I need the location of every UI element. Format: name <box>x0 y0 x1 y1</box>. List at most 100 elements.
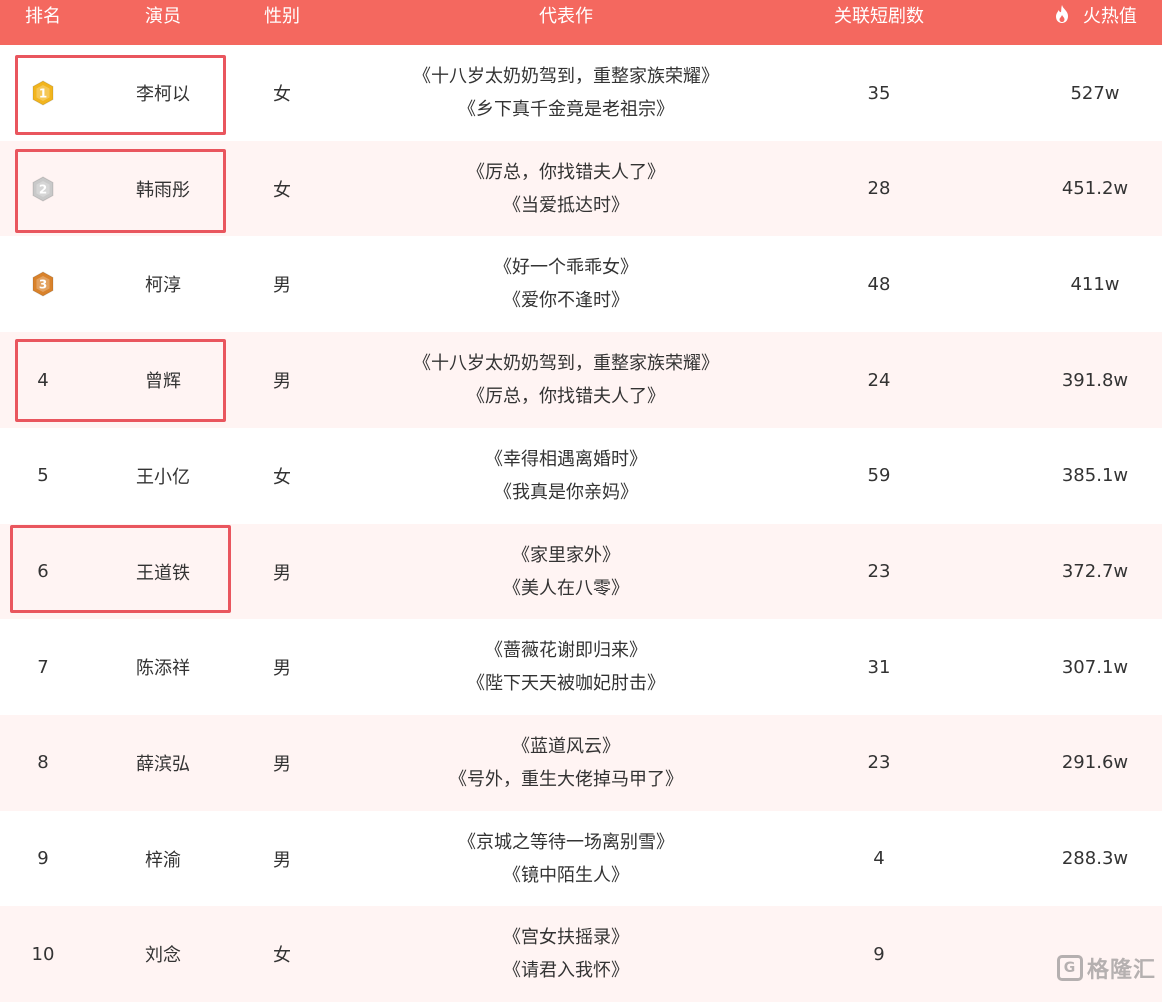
work-title[interactable]: 《美人在八零》 <box>503 572 629 605</box>
table-row[interactable]: 10 刘念 女 《宫女扶摇录》 《请君入我怀》 9 <box>0 906 1162 1002</box>
heat-value: 451.2w <box>1061 178 1129 200</box>
actor-name[interactable]: 王小亿 <box>103 428 223 524</box>
representative-works: 《十八岁太奶奶驾到，重整家族荣耀》 《乡下真千金竟是老祖宗》 <box>340 45 792 141</box>
table-header: 排名 演员 性别 代表作 关联短剧数 火热值 <box>0 0 1162 45</box>
representative-works: 《家里家外》 《美人在八零》 <box>340 524 792 620</box>
representative-works: 《京城之等待一场离别雪》 《镜中陌生人》 <box>340 811 792 907</box>
table-row[interactable]: 8 薛滨弘 男 《蓝道风云》 《号外，重生大佬掉马甲了》 23 291.6w <box>0 714 1162 811</box>
work-title[interactable]: 《陛下天天被咖妃肘击》 <box>467 667 665 700</box>
actor-gender: 男 <box>273 753 291 775</box>
work-title[interactable]: 《请君入我怀》 <box>503 954 629 987</box>
rank-number: 5 <box>37 465 49 487</box>
drama-count: 28 <box>867 178 891 200</box>
header-rank: 排名 <box>25 6 61 27</box>
actor-gender: 男 <box>273 849 291 871</box>
work-title[interactable]: 《家里家外》 <box>512 539 620 572</box>
drama-count: 35 <box>867 82 891 104</box>
actor-name[interactable]: 韩雨彤 <box>103 141 223 237</box>
work-title[interactable]: 《宫女扶摇录》 <box>503 921 629 954</box>
gold-medal-icon: 1 <box>30 80 56 106</box>
rank-number: 9 <box>37 848 49 870</box>
rank-cell: 4 <box>0 332 86 428</box>
work-title[interactable]: 《好一个乖乖女》 <box>494 251 638 284</box>
rank-cell: 7 <box>0 619 86 715</box>
actor-name[interactable]: 梓渝 <box>103 811 223 907</box>
work-title[interactable]: 《蔷薇花谢即归来》 <box>485 634 647 667</box>
work-title[interactable]: 《幸得相遇离婚时》 <box>485 443 647 476</box>
table-row[interactable]: 5 王小亿 女 《幸得相遇离婚时》 《我真是你亲妈》 59 385.1w <box>0 427 1162 524</box>
representative-works: 《蓝道风云》 《号外，重生大佬掉马甲了》 <box>340 715 792 811</box>
fire-icon <box>1053 2 1071 36</box>
work-title[interactable]: 《十八岁太奶奶驾到，重整家族荣耀》 <box>413 347 719 380</box>
table-row[interactable]: 3 柯淳 男 《好一个乖乖女》 《爱你不逢时》 48 411w <box>0 236 1162 333</box>
table-row[interactable]: 9 梓渝 男 《京城之等待一场离别雪》 《镜中陌生人》 4 288.3w <box>0 810 1162 907</box>
drama-count: 9 <box>873 943 885 965</box>
bronze-medal-icon: 3 <box>30 271 56 297</box>
rank-cell: 9 <box>0 811 86 907</box>
heat-value: 411w <box>1070 273 1120 295</box>
rank-cell: 1 <box>0 45 86 141</box>
drama-count: 4 <box>873 848 885 870</box>
heat-value: 527w <box>1070 82 1120 104</box>
work-title[interactable]: 《乡下真千金竟是老祖宗》 <box>458 93 674 126</box>
actor-gender: 女 <box>273 945 291 967</box>
rank-number: 10 <box>31 943 55 965</box>
header-count: 关联短剧数 <box>834 6 924 27</box>
actor-gender: 女 <box>273 84 291 105</box>
watermark-text: 格隆汇 <box>1086 958 1156 983</box>
representative-works: 《好一个乖乖女》 《爱你不逢时》 <box>340 236 792 332</box>
table-row[interactable]: 1 李柯以 女 《十八岁太奶奶驾到，重整家族荣耀》 《乡下真千金竟是老祖宗》 35 527w <box>0 45 1162 141</box>
svg-text:3: 3 <box>39 278 47 292</box>
actor-name[interactable]: 王道铁 <box>103 524 223 620</box>
rank-number: 6 <box>37 561 49 582</box>
actor-gender: 女 <box>273 179 291 201</box>
actor-name[interactable]: 柯淳 <box>103 236 223 332</box>
rank-cell: 10 <box>0 906 86 1002</box>
actor-name[interactable]: 刘念 <box>103 906 223 1002</box>
watermark-logo-icon: G <box>1056 955 1083 981</box>
drama-count: 24 <box>867 369 891 391</box>
work-title[interactable]: 《我真是你亲妈》 <box>494 476 638 509</box>
silver-medal-icon: 2 <box>30 176 56 202</box>
work-title[interactable]: 《当爱抵达时》 <box>503 189 629 222</box>
rank-cell: 2 <box>0 141 86 237</box>
header-works: 代表作 <box>539 6 593 27</box>
actor-name[interactable]: 陈添祥 <box>103 619 223 715</box>
actor-name[interactable]: 薛滨弘 <box>103 715 223 811</box>
heat-value: 288.3w <box>1061 848 1129 870</box>
work-title[interactable]: 《京城之等待一场离别雪》 <box>458 826 674 859</box>
actor-name[interactable]: 曾辉 <box>103 332 223 428</box>
table-row[interactable]: 4 曾辉 男 《十八岁太奶奶驾到，重整家族荣耀》 《厉总，你找错夫人了》 24 391.8w <box>0 332 1162 429</box>
heat-value: 385.1w <box>1061 465 1129 487</box>
work-title[interactable]: 《厉总，你找错夫人了》 <box>467 380 665 413</box>
work-title[interactable]: 《号外，重生大佬掉马甲了》 <box>449 763 683 796</box>
drama-count: 31 <box>867 656 891 678</box>
table-row[interactable]: 2 韩雨彤 女 《厉总，你找错夫人了》 《当爱抵达时》 28 451.2w <box>0 140 1162 237</box>
representative-works: 《十八岁太奶奶驾到，重整家族荣耀》 《厉总，你找错夫人了》 <box>340 332 792 428</box>
svg-text:2: 2 <box>39 182 47 196</box>
drama-count: 59 <box>867 465 891 487</box>
drama-count: 23 <box>867 561 891 582</box>
work-title[interactable]: 《厉总，你找错夫人了》 <box>467 156 665 189</box>
rank-cell: 8 <box>0 715 86 811</box>
work-title[interactable]: 《爱你不逢时》 <box>503 284 629 317</box>
work-title[interactable]: 《蓝道风云》 <box>512 730 620 763</box>
table-row[interactable]: 7 陈添祥 男 《蔷薇花谢即归来》 《陛下天天被咖妃肘击》 31 307.1w <box>0 619 1162 716</box>
watermark: G 格隆汇 <box>1056 951 1156 985</box>
heat-value: 372.7w <box>1061 561 1129 582</box>
header-gender: 性别 <box>264 6 300 27</box>
rank-cell: 5 <box>0 428 86 524</box>
heat-value: 307.1w <box>1061 656 1129 678</box>
drama-count: 23 <box>867 752 891 774</box>
representative-works: 《蔷薇花谢即归来》 《陛下天天被咖妃肘击》 <box>340 619 792 715</box>
heat-value: 391.8w <box>1061 369 1129 391</box>
rank-number: 7 <box>37 656 49 678</box>
rank-cell: 6 <box>0 524 86 620</box>
rank-cell: 3 <box>0 236 86 332</box>
rank-number: 8 <box>37 752 49 774</box>
table-row[interactable]: 6 王道铁 男 《家里家外》 《美人在八零》 23 372.7w <box>0 523 1162 620</box>
work-title[interactable]: 《镜中陌生人》 <box>503 859 629 892</box>
work-title[interactable]: 《十八岁太奶奶驾到，重整家族荣耀》 <box>413 60 719 93</box>
actor-gender: 男 <box>273 371 291 393</box>
actor-name[interactable]: 李柯以 <box>103 45 223 141</box>
